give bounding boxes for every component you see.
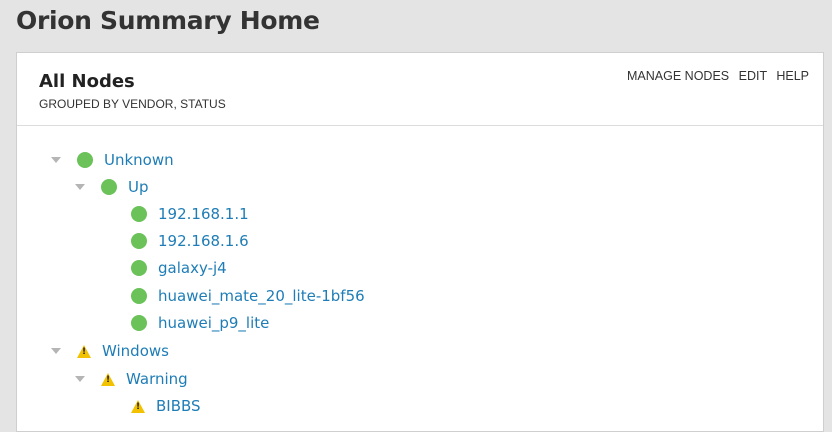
collapse-toggle-icon[interactable]: [75, 376, 85, 382]
status-up-icon: [131, 233, 147, 249]
tree-group-windows[interactable]: Windows: [51, 338, 169, 364]
node-link[interactable]: 192.168.1.6: [158, 232, 249, 250]
tree-group-unknown[interactable]: Unknown: [51, 147, 174, 173]
manage-nodes-link[interactable]: MANAGE NODES: [627, 69, 729, 83]
status-up-icon: [131, 288, 147, 304]
warning-icon: [101, 372, 115, 386]
tree-subgroup-up[interactable]: Up: [75, 174, 149, 200]
tree-subgroup-label[interactable]: Up: [128, 178, 149, 196]
edit-link[interactable]: EDIT: [739, 69, 767, 83]
status-up-icon: [131, 260, 147, 276]
status-up-icon: [77, 152, 93, 168]
tree-node-item[interactable]: BIBBS: [131, 393, 201, 419]
status-up-icon: [131, 315, 147, 331]
help-link[interactable]: HELP: [776, 69, 809, 83]
collapse-toggle-icon[interactable]: [75, 184, 85, 190]
warning-icon: [77, 344, 91, 358]
tree-subgroup-label[interactable]: Warning: [126, 370, 188, 388]
tree-node-item[interactable]: galaxy-j4: [131, 255, 227, 281]
status-up-icon: [101, 179, 117, 195]
tree-node-item[interactable]: huawei_mate_20_lite-1bf56: [131, 283, 365, 309]
page-title: Orion Summary Home: [16, 6, 320, 35]
node-link[interactable]: galaxy-j4: [158, 259, 227, 277]
tree-group-label[interactable]: Windows: [102, 342, 169, 360]
tree-node-item[interactable]: 192.168.1.1: [131, 201, 249, 227]
collapse-toggle-icon[interactable]: [51, 348, 61, 354]
node-link[interactable]: 192.168.1.1: [158, 205, 249, 223]
node-link[interactable]: huawei_p9_lite: [158, 314, 269, 332]
panel-actions: MANAGE NODES EDIT HELP: [621, 69, 809, 83]
tree-node-item[interactable]: huawei_p9_lite: [131, 310, 269, 336]
collapse-toggle-icon[interactable]: [51, 157, 61, 163]
node-link[interactable]: huawei_mate_20_lite-1bf56: [158, 287, 365, 305]
all-nodes-panel: All Nodes GROUPED BY VENDOR, STATUS MANA…: [16, 52, 824, 432]
node-link[interactable]: BIBBS: [156, 397, 201, 415]
tree-group-label[interactable]: Unknown: [104, 151, 174, 169]
panel-header: All Nodes GROUPED BY VENDOR, STATUS MANA…: [17, 53, 823, 126]
tree-subgroup-warning[interactable]: Warning: [75, 366, 188, 392]
panel-title: All Nodes: [39, 71, 135, 92]
tree-node-item[interactable]: 192.168.1.6: [131, 228, 249, 254]
panel-subtitle: GROUPED BY VENDOR, STATUS: [39, 97, 226, 111]
status-up-icon: [131, 206, 147, 222]
warning-icon: [131, 399, 145, 413]
